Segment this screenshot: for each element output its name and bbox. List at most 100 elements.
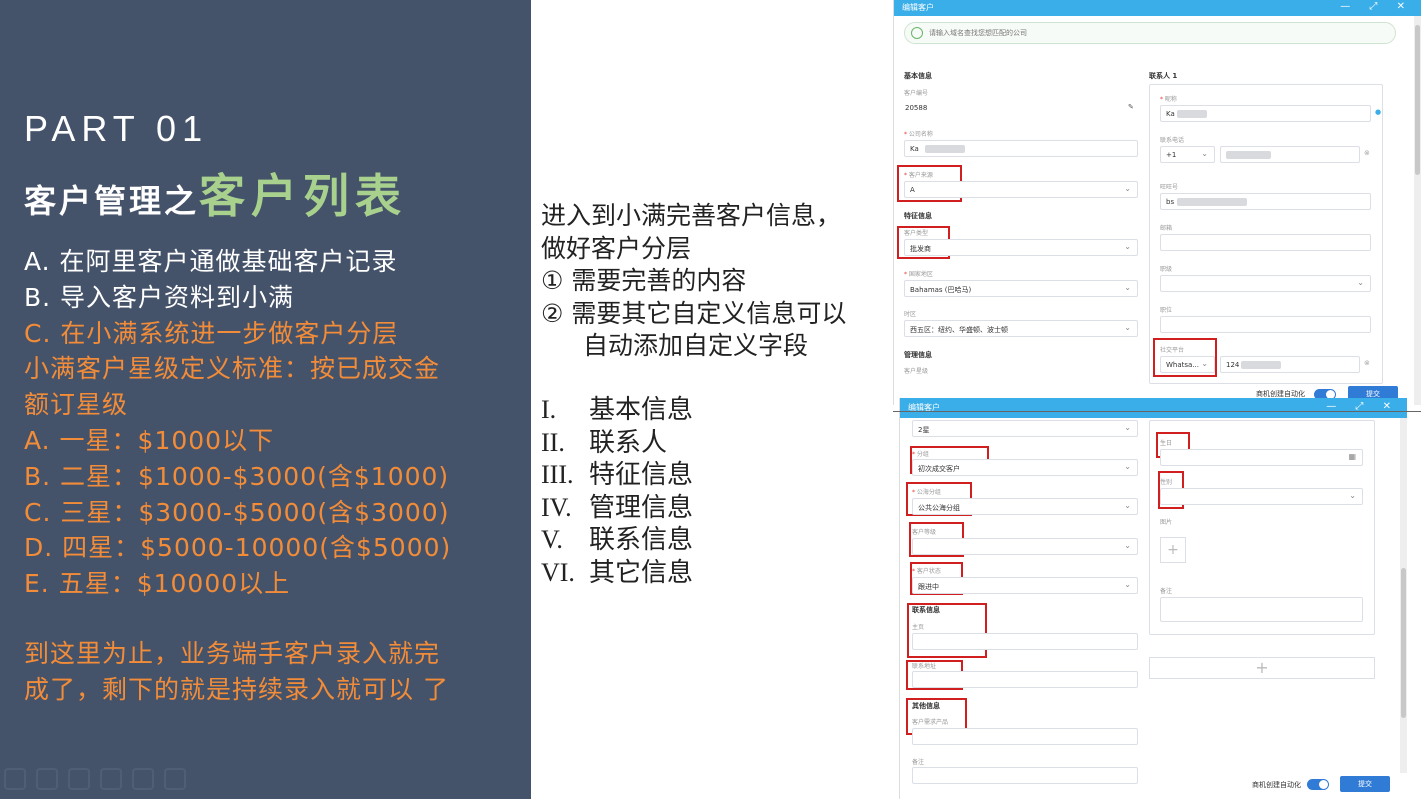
list-label: 管理信息 [589, 492, 694, 523]
closing-text: 到这里为止，业务端手客户录入就完 成了，剩下的就是持续录入就可以 了 [24, 636, 524, 708]
part-heading: PART 01 [24, 108, 209, 149]
slide: PART 01 客户管理之客户列表 A. 在阿里客户通做基础客户记录 B. 导入客… [0, 0, 1421, 799]
section-other-info: 其他信息 [912, 702, 940, 710]
edit-icon[interactable]: ✎ [1128, 103, 1134, 111]
section-contact-info: 联系信息 [912, 606, 940, 614]
bullet-line: 小满客户星级定义标准：按已成交金 [24, 354, 441, 384]
window-controls[interactable]: — ⤢ ✕ [1340, 1, 1413, 12]
nickname-field[interactable]: Ka [1160, 105, 1371, 122]
calendar-icon: ▦ [1348, 452, 1356, 461]
add-contact-button[interactable]: + [1149, 657, 1375, 679]
section-list-item: V. 联系信息 [541, 524, 693, 557]
star-select[interactable]: 2星 ⌄ [912, 420, 1138, 437]
eraser-icon[interactable] [100, 768, 122, 790]
bullet-line: A. 一星：$1000以下 [24, 425, 275, 455]
window-header: 编辑客户 — ⤢ ✕ [894, 0, 1421, 16]
type-select[interactable]: 批发商 ⌄ [904, 239, 1138, 256]
wangwang-field[interactable]: bs [1160, 193, 1371, 210]
pool-select[interactable]: 公共公海分组 ⌄ [912, 498, 1138, 515]
automation-toggle[interactable] [1307, 779, 1329, 790]
phone-label: 联系电话 [1160, 137, 1185, 144]
star-value: 2星 [918, 426, 930, 434]
social-select[interactable]: Whatsa... ⌄ [1160, 356, 1215, 373]
highlighter-icon[interactable] [68, 768, 90, 790]
submit-button[interactable]: 提交 [1340, 776, 1390, 792]
address-label: 联系地址 [912, 663, 937, 670]
email-label: 邮箱 [1160, 225, 1173, 232]
bullet-line: B. 二星：$1000-$3000(含$1000) [24, 461, 450, 491]
group-value: 初次成交客户 [918, 465, 960, 473]
title-prefix: 客户管理之 [24, 182, 200, 220]
birthday-field[interactable]: ▦ [1160, 449, 1363, 466]
phone-field[interactable] [1220, 146, 1360, 163]
birthday-label: 生日 [1160, 440, 1173, 447]
chevron-down-icon: ⌄ [1124, 462, 1131, 471]
homepage-label: 主页 [912, 624, 925, 631]
company-search-input[interactable]: 请输入域名查找您想匹配的公司 [904, 22, 1396, 44]
remove-icon[interactable]: ⊗ [1364, 359, 1370, 367]
product-label: 客户需求产品 [912, 719, 949, 726]
chevron-down-icon: ⌄ [1124, 423, 1131, 432]
status-select[interactable]: 跟进中 ⌄ [912, 577, 1138, 594]
company-field[interactable]: Ka [904, 140, 1138, 157]
bullet-line: C. 在小满系统进一步做客户分层 [24, 318, 399, 348]
sex-select[interactable]: ⌄ [1160, 488, 1363, 505]
section-list-item: I. 基本信息 [541, 394, 693, 427]
chevron-down-icon: ⌄ [1124, 323, 1131, 332]
nickname-value: Ka [1166, 110, 1175, 118]
remark-label: 备注 [912, 759, 925, 766]
status-value: 跟进中 [918, 583, 939, 591]
closing-line: 到这里为止，业务端手客户录入就完 [24, 639, 441, 668]
intro-line: 进入到小满完善客户信息， [541, 201, 842, 230]
comment-icon[interactable] [164, 768, 186, 790]
list-number: V. [541, 525, 563, 554]
country-value: Bahamas (巴哈马) [910, 286, 972, 294]
email-field[interactable] [1160, 234, 1371, 251]
section-list: I. 基本信息 II. 联系人 III. 特征信息 IV. 管理信息 V. 联系信息 VI. 其它信息 [541, 394, 693, 589]
wangwang-value: bs [1166, 198, 1175, 206]
section-manage-info: 管理信息 [904, 351, 932, 359]
product-field[interactable] [912, 728, 1138, 745]
company-label: 公司名称 [904, 129, 933, 138]
pool-value: 公共公海分组 [918, 504, 960, 512]
slide-title: 客户管理之客户列表 [24, 160, 407, 226]
user-icon[interactable]: ● [1375, 108, 1381, 116]
section-feature-info: 特征信息 [904, 212, 932, 220]
upload-image-button[interactable]: + [1160, 537, 1186, 563]
social-account-field[interactable]: 124 [1220, 356, 1360, 373]
address-field[interactable] [912, 671, 1138, 688]
remark-field[interactable] [912, 767, 1138, 784]
remove-icon[interactable]: ⊗ [1364, 149, 1370, 157]
phone-code: +1 [1166, 151, 1177, 159]
country-select[interactable]: Bahamas (巴哈马) ⌄ [904, 280, 1138, 297]
list-label: 基本信息 [589, 395, 694, 425]
contact-header: 联系人 1 [1149, 72, 1178, 80]
pointer-icon[interactable] [132, 768, 154, 790]
chevron-down-icon: ⌄ [1124, 501, 1131, 510]
note-field[interactable] [1160, 597, 1363, 622]
group-select[interactable]: 初次成交客户 ⌄ [912, 459, 1138, 476]
gender-select[interactable]: ⌄ [1160, 275, 1371, 292]
redacted-text [1177, 198, 1247, 206]
source-select[interactable]: A ⌄ [904, 181, 1138, 198]
list-label: 其它信息 [589, 557, 694, 588]
left-panel: PART 01 客户管理之客户列表 A. 在阿里客户通做基础客户记录 B. 导入客… [0, 0, 531, 799]
type-label: 客户类型 [904, 230, 929, 237]
level-select[interactable]: ⌄ [912, 538, 1138, 555]
section-list-item: II. 联系人 [541, 427, 693, 460]
intro-line: ① 需要完善的内容 [541, 266, 747, 295]
list-label: 联系信息 [589, 525, 694, 555]
scrollbar-thumb[interactable] [1401, 568, 1406, 718]
intro-text: 进入到小满完善客户信息， 做好客户分层 ① 需要完善的内容 ② 需要其它自定义信… [541, 200, 891, 363]
star-label: 客户星级 [904, 368, 929, 375]
phone-code-select[interactable]: +1 ⌄ [1160, 146, 1215, 163]
position-field[interactable] [1160, 316, 1371, 333]
pen-icon[interactable] [4, 768, 26, 790]
document-icon[interactable] [36, 768, 58, 790]
pool-label: 公海分组 [912, 487, 941, 496]
homepage-field[interactable] [912, 633, 1138, 650]
scrollbar-thumb[interactable] [1415, 25, 1420, 175]
gender-label: 职级 [1160, 266, 1173, 273]
timezone-select[interactable]: 西五区：纽约、华盛顿、波士顿 ⌄ [904, 320, 1138, 337]
source-value: A [910, 186, 915, 194]
